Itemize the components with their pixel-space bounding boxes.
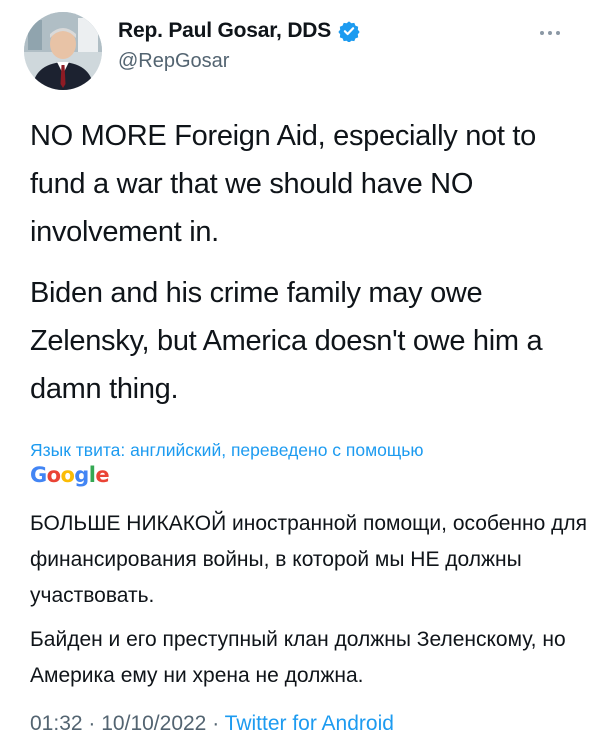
author-name-row: Rep. Paul Gosar, DDS: [118, 18, 360, 44]
tweet-metadata: 01:32 · 10/10/2022 · Twitter for Android: [30, 712, 394, 736]
tweet-source[interactable]: Twitter for Android: [225, 712, 394, 735]
translation-attribution: Язык твита: английский, переведено с пом…: [30, 438, 585, 488]
tweet-time[interactable]: 01:32: [30, 712, 83, 735]
tweet-paragraph-1: NO MORE Foreign Aid, especially not to f…: [30, 120, 536, 248]
profile-photo-icon: [24, 12, 102, 90]
author-handle[interactable]: @RepGosar: [118, 50, 360, 73]
tweet-text: NO MORE Foreign Aid, especially not to f…: [30, 112, 585, 413]
translated-paragraph-2: Байден и его преступный клан должны Зеле…: [30, 628, 566, 687]
tweet-date[interactable]: 10/10/2022: [101, 712, 206, 735]
author-name[interactable]: Rep. Paul Gosar, DDS: [118, 19, 331, 43]
google-logo: Google: [30, 463, 110, 487]
more-options-icon[interactable]: [540, 26, 570, 40]
translated-text: БОЛЬШЕ НИКАКОЙ иностранной помощи, особе…: [30, 506, 590, 694]
translated-paragraph-1: БОЛЬШЕ НИКАКОЙ иностранной помощи, особе…: [30, 512, 587, 607]
tweet-author[interactable]: Rep. Paul Gosar, DDS @RepGosar: [118, 18, 360, 73]
meta-separator-2: ·: [212, 712, 220, 735]
avatar[interactable]: [24, 12, 102, 90]
tweet-paragraph-2: Biden and his crime family may owe Zelen…: [30, 277, 543, 405]
meta-separator-1: ·: [88, 712, 96, 735]
translation-label[interactable]: Язык твита: английский, переведено с пом…: [30, 438, 585, 462]
verified-badge-icon: [338, 20, 360, 43]
